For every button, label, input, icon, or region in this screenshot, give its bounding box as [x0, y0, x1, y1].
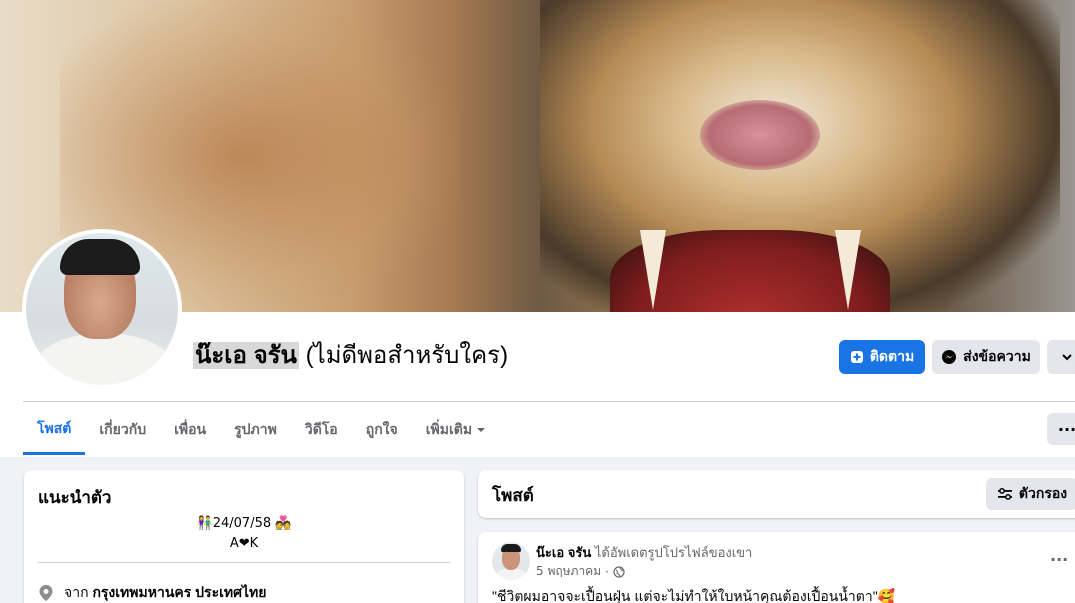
message-label: ส่งข้อความ: [963, 348, 1031, 364]
intro-divider: [38, 562, 450, 563]
post-card: น๊ะเอ จรัน ได้อัพเดตรูปโปรไฟล์ของเขา 5 พ…: [478, 532, 1075, 603]
post-header: น๊ะเอ จรัน ได้อัพเดตรูปโปรไฟล์ของเขา: [536, 542, 752, 563]
intro-bio-line2: A❤K: [229, 536, 259, 551]
tab-label: ถูกใจ: [365, 421, 398, 437]
location-prefix: จาก: [64, 584, 89, 600]
post-text: "ชีวิตผมอาจจะเปื้อนฝุ่น แต่จะไม่ทำให้ใบห…: [492, 588, 896, 603]
tab-posts[interactable]: โพสต์: [23, 405, 86, 455]
post-meta-dot: ·: [605, 564, 609, 579]
post-menu-button[interactable]: ···: [1050, 550, 1068, 569]
avatar-shirt: [34, 333, 174, 385]
tab-likes[interactable]: ถูกใจ: [352, 405, 412, 455]
location-link[interactable]: กรุงเทพมหานคร ประเทศไทย: [92, 584, 266, 600]
message-button[interactable]: ส่งข้อความ: [932, 340, 1040, 374]
intro-location: จาก กรุงเทพมหานคร ประเทศไทย: [38, 582, 266, 603]
intro-title: แนะนำตัว: [38, 488, 112, 507]
tab-photos[interactable]: รูปภาพ: [220, 405, 291, 455]
intro-card: แนะนำตัว 👫24/07/58 💑 A❤K จาก กรุงเทพมหาน…: [24, 470, 464, 603]
tab-label: วิดีโอ: [304, 421, 338, 437]
messenger-icon: [942, 350, 957, 364]
profile-name-main: น๊ะเอ จรัน: [193, 342, 299, 369]
tab-friends[interactable]: เพื่อน: [160, 405, 220, 455]
posts-header-card: โพสต์ ตัวกรอง: [478, 470, 1075, 518]
more-options-button[interactable]: [1047, 340, 1075, 374]
post-author-avatar[interactable]: [492, 542, 530, 580]
header-divider: [23, 401, 1075, 402]
tab-label: เพิ่มเติม: [425, 421, 473, 437]
tabs-more-button[interactable]: ···: [1047, 413, 1075, 445]
post-date[interactable]: 5 พฤษภาคม: [536, 562, 601, 581]
post-author-name[interactable]: น๊ะเอ จรัน: [536, 545, 591, 560]
cover-tiger-nose: [700, 100, 820, 170]
globe-icon: [613, 565, 625, 578]
location-pin-icon: [39, 585, 53, 601]
tab-label: รูปภาพ: [234, 421, 277, 437]
post-action: ได้อัพเดตรูปโปรไฟล์ของเขา: [594, 545, 753, 560]
filter-label: ตัวกรอง: [1018, 485, 1068, 501]
filter-icon: [997, 487, 1012, 500]
post-meta: 5 พฤษภาคม ·: [536, 562, 625, 581]
posts-title: โพสต์: [492, 486, 534, 505]
filter-button[interactable]: ตัวกรอง: [986, 478, 1075, 510]
tab-about[interactable]: เกี่ยวกับ: [85, 405, 160, 455]
avatar-hair: [501, 544, 521, 552]
follow-button[interactable]: ติดตาม: [839, 340, 925, 374]
more-dots-icon: ···: [1057, 419, 1075, 439]
profile-nickname: (ไม่ดีพอสำหรับใคร): [305, 342, 509, 369]
intro-bio-line1: 👫24/07/58 💑: [196, 516, 292, 531]
tab-label: เกี่ยวกับ: [99, 421, 147, 437]
tab-videos[interactable]: วิดีโอ: [291, 405, 352, 455]
avatar-hair: [60, 239, 140, 275]
caret-down-icon: [477, 428, 486, 432]
profile-name: น๊ะเอ จรัน (ไม่ดีพอสำหรับใคร): [193, 338, 508, 374]
profile-picture: [26, 233, 178, 385]
profile-avatar[interactable]: [22, 229, 182, 389]
chevron-down-icon: [1062, 354, 1072, 361]
tab-label: เพื่อน: [174, 421, 207, 437]
follow-label: ติดตาม: [869, 348, 915, 364]
follow-icon: [850, 351, 863, 363]
profile-tabs: โพสต์ เกี่ยวกับ เพื่อน รูปภาพ วิดีโอ ถูก…: [23, 405, 500, 457]
tab-label: โพสต์: [37, 419, 72, 436]
tab-more[interactable]: เพิ่มเติม: [412, 405, 500, 455]
